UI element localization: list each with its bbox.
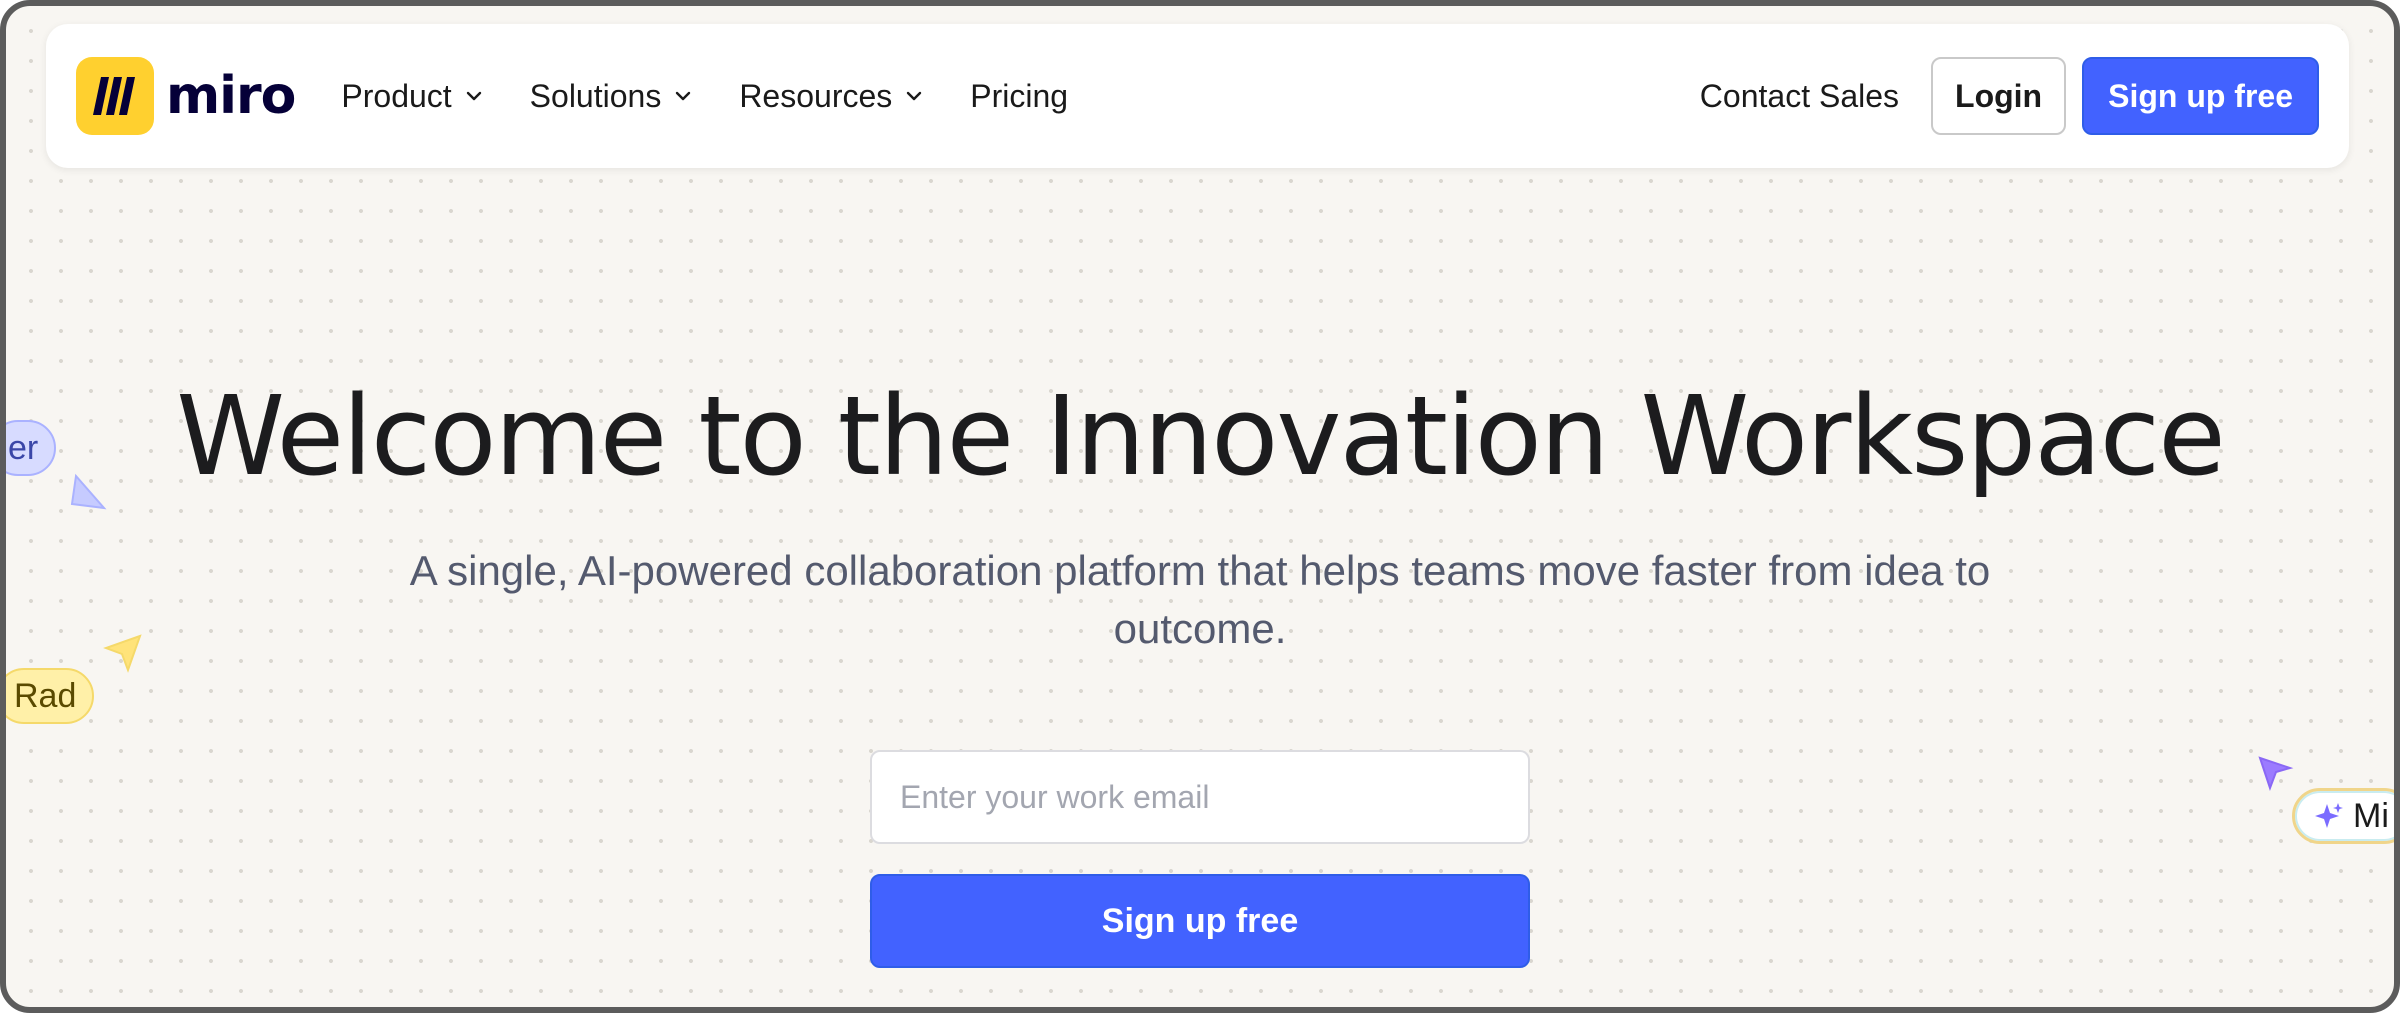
ai-collaborator-tag: Mi: [2292, 788, 2394, 844]
chevron-down-icon: [676, 91, 691, 101]
nav-item-pricing[interactable]: Pricing: [970, 78, 1068, 115]
collaborator-tag: er: [6, 420, 57, 476]
nav-item-label: Pricing: [970, 77, 1069, 114]
work-email-input[interactable]: [870, 750, 1530, 844]
nav-item-solutions[interactable]: Solutions: [530, 78, 694, 115]
cursor-pointer-icon: [2258, 756, 2294, 791]
nav-links: Product Solutions Resources Pricing: [341, 78, 1114, 115]
top-navbar: miro Product Solutions Resources Pricing…: [46, 24, 2349, 168]
login-button[interactable]: Login: [1931, 57, 2067, 135]
nav-item-label: Solutions: [529, 77, 662, 114]
chevron-down-icon: [466, 91, 481, 101]
miro-logo-icon: [76, 57, 154, 135]
logo-wordmark: miro: [166, 66, 296, 126]
collaborator-name: Rad: [14, 676, 77, 715]
nav-item-label: Resources: [739, 77, 893, 114]
collaborator-name: er: [8, 428, 39, 467]
collaborator-tag: Rad: [6, 668, 95, 724]
page-frame: miro Product Solutions Resources Pricing…: [0, 0, 2400, 1013]
hero-subtitle: A single, AI-powered collaboration platf…: [409, 547, 1991, 652]
signup-button-hero[interactable]: Sign up free: [870, 874, 1530, 968]
chevron-down-icon: [907, 91, 922, 101]
nav-item-product[interactable]: Product: [341, 78, 483, 115]
nav-item-resources[interactable]: Resources: [739, 78, 924, 115]
miro-logo[interactable]: miro: [76, 57, 296, 135]
signup-button-nav[interactable]: Sign up free: [2082, 57, 2319, 135]
contact-sales-link[interactable]: Contact Sales: [1700, 78, 1899, 115]
sparkle-icon: [2315, 803, 2343, 828]
collaborator-name: Mi: [2353, 796, 2389, 835]
nav-item-label: Product: [341, 77, 452, 114]
cursor-pointer-icon: [103, 634, 142, 673]
cursor-pointer-icon: [70, 473, 107, 510]
hero-title: Welcome to the Innovation Workspace: [176, 372, 2226, 500]
nav-actions: Contact Sales Login Sign up free: [1700, 57, 2319, 135]
